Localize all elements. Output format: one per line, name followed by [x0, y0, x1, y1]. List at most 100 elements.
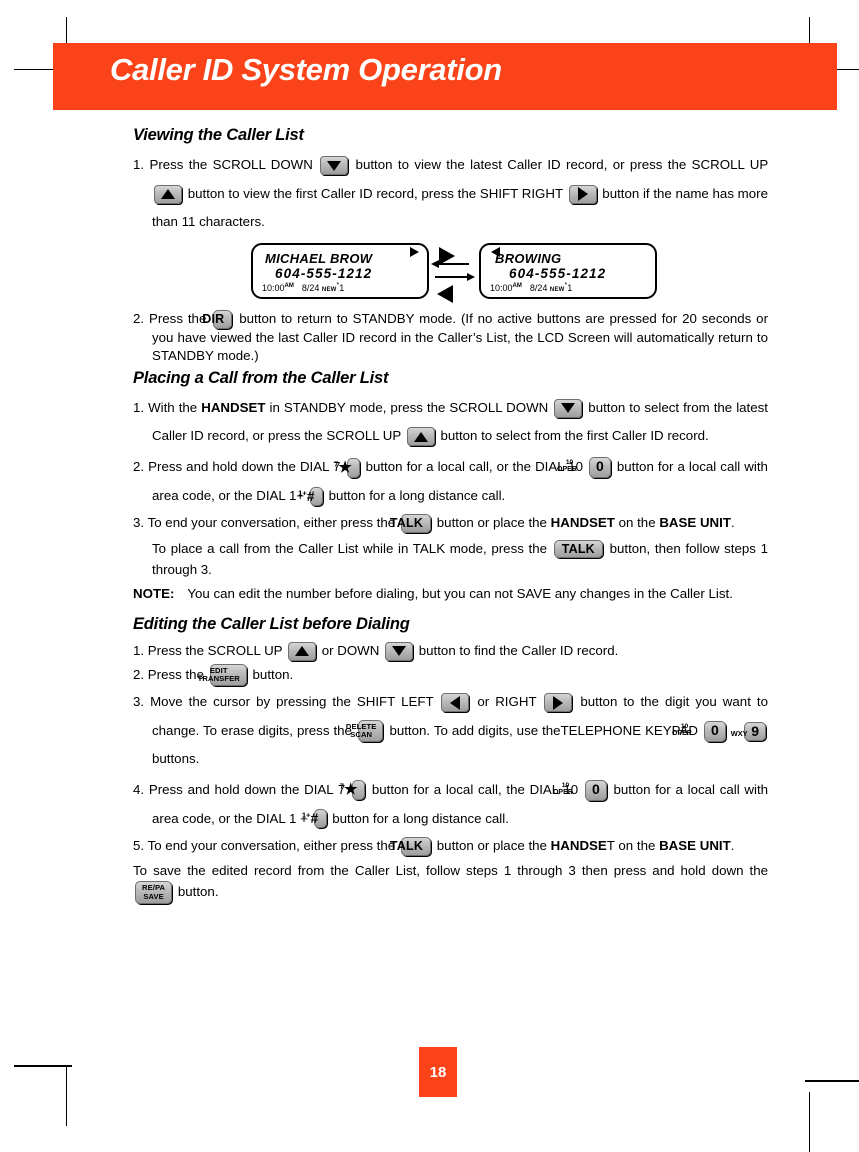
step-text: button to find the Caller ID record. — [418, 642, 619, 658]
redial-pause-save-button[interactable]: RE/PA SAVE — [135, 881, 173, 904]
step-text: Press and hold down the DIAL 7 — [148, 781, 346, 797]
step-text: button to view the latest Caller ID reco… — [355, 157, 687, 173]
scroll-up-icon[interactable] — [288, 641, 317, 661]
dial-10-oper-zero-button[interactable]: 10 OPER 0 — [553, 780, 607, 801]
dial-1-hash-button[interactable]: 1+# — [298, 486, 323, 506]
keypad-zero-button[interactable]: 10 OPER 0 — [672, 720, 726, 742]
lcd-date: 8/24 — [529, 283, 548, 293]
dial-1-hash-button[interactable]: 1+# — [302, 809, 327, 829]
step-placing-3: 3. To end your conversation, either pres… — [133, 512, 768, 534]
save-text: To save the edited record from the Calle… — [133, 862, 768, 878]
crop-mark-bottom-right-v — [809, 1092, 810, 1152]
heading-placing-a-call: Placing a Call from the Caller List — [133, 368, 389, 387]
shift-right-icon[interactable] — [544, 693, 573, 713]
step-text: button for a long distance call. — [332, 810, 509, 826]
talkmode-text: To place a call from the Caller List whi… — [152, 540, 548, 556]
scroll-down-icon[interactable] — [554, 398, 583, 418]
note-block: NOTE: You can edit the number before dia… — [133, 585, 768, 603]
wxy-label: WXY — [730, 728, 748, 738]
step-number: 2. — [133, 459, 145, 475]
crop-mark-bottom-right-h — [805, 1080, 859, 1082]
hash-glyph: # — [310, 810, 319, 827]
lcd-example-figure: MICHAEL BROW 604-555-1212 10:00AM 8/24 NE… — [133, 243, 768, 303]
step-editing-5: 5. To end your conversation, either pres… — [133, 835, 768, 857]
scroll-up-icon[interactable] — [154, 184, 182, 204]
lcd-ampm: AM — [284, 283, 294, 289]
page-number-badge: 18 — [419, 1047, 457, 1097]
step-editing-3: 3. Move the cursor by pressing the SHIFT… — [133, 688, 768, 774]
big-left-arrow-icon — [437, 285, 453, 303]
oper-label: OPER — [672, 729, 692, 737]
step-text: or DOWN — [321, 642, 380, 658]
step-text: button for a long distance call. — [328, 487, 506, 503]
page-banner: Caller ID System Operation — [53, 43, 837, 110]
lcd-new-label: NEW — [321, 287, 337, 293]
lcd-count: 1 — [339, 283, 345, 293]
step-text: button for a local call, the DIAL 10 — [371, 781, 579, 797]
step-text: button or place the — [436, 515, 547, 531]
step-text: on the — [618, 838, 656, 854]
dial-1-superscript: 1+ — [298, 488, 307, 498]
shift-left-icon[interactable] — [441, 693, 470, 713]
shift-right-icon[interactable] — [568, 184, 597, 204]
step-text: or RIGHT — [477, 694, 537, 710]
step-viewing-2: 2. Press the DIR button to return to STA… — [133, 310, 768, 365]
step-text: button to view the first Caller ID recor… — [187, 185, 563, 201]
handset-emphasis: HANDSET — [201, 399, 266, 415]
scan-label: SCAN — [350, 730, 373, 740]
save-text: button. — [177, 884, 219, 900]
step-placing-2: 2. Press and hold down the DIAL 7 7★ but… — [133, 453, 768, 510]
scroll-down-icon[interactable] — [385, 641, 414, 661]
dial-7-star-button[interactable]: 7★ — [340, 780, 366, 801]
oper-label: OPER — [552, 788, 573, 796]
thin-right-arrow-icon — [467, 273, 475, 281]
zero-digit: 0 — [596, 458, 604, 475]
step-editing-2: 2. Press the EDIT TRANSFER button. — [133, 663, 768, 687]
edit-transfer-button[interactable]: EDIT TRANSFER — [198, 663, 247, 687]
talk-button[interactable]: TALK — [553, 539, 603, 559]
step-text: To end your conversation, either press t… — [147, 515, 396, 531]
step-text: in STANDBY mode, press the SCROLL DOWN — [269, 399, 549, 415]
step-editing-4: 4. Press and hold down the DIAL 7 7★ but… — [133, 776, 768, 833]
keypad-nine-button[interactable]: WXY 9 — [731, 721, 766, 741]
save-instruction: To save the edited record from the Calle… — [133, 860, 768, 904]
step-text: buttons. — [152, 751, 200, 767]
nine-digit: 9 — [751, 722, 759, 739]
handset-emphasis: HANDSE — [550, 838, 607, 854]
lcd-new-label: NEW — [549, 287, 565, 293]
handset-tail: T — [606, 838, 615, 854]
step-text: To end your conversation, either press t… — [147, 838, 396, 854]
lcd-time: 10:00 — [262, 283, 285, 293]
dial-10-oper-zero-button[interactable]: 10 OPER 0 — [557, 457, 611, 478]
note-label-text: NOTE — [133, 585, 170, 601]
talk-button[interactable]: TALK — [390, 514, 432, 533]
step-text: button or place the — [436, 838, 547, 854]
dir-button[interactable]: DIR — [202, 310, 233, 329]
scroll-down-icon[interactable] — [320, 156, 349, 176]
dial-7-star-button[interactable]: 7★ — [334, 457, 360, 478]
step-text: . — [730, 515, 735, 531]
talk-button[interactable]: TALK — [390, 837, 432, 856]
step-text: on the — [618, 515, 656, 531]
step-text: With the — [148, 399, 198, 415]
heading-editing-caller-list: Editing the Caller List before Dialing — [133, 614, 410, 633]
delete-scan-button[interactable]: DELETE SCAN — [346, 720, 384, 743]
step-text: button. To add digits, use — [389, 722, 539, 738]
lcd-status-line: 10:00AM 8/24 NEW*1 — [490, 281, 572, 294]
step-number: 1. — [133, 642, 145, 658]
step-text: button to select from the first Caller I… — [440, 428, 709, 444]
lcd-transition-arrows — [429, 245, 479, 303]
step-text: Press the — [147, 666, 204, 682]
step-number: 2. — [133, 311, 145, 326]
zero-digit: 0 — [591, 781, 600, 798]
lcd-date: 8/24 — [301, 283, 320, 293]
step-editing-1: 1. Press the SCROLL UP or DOWN button to… — [133, 640, 768, 662]
step-text: Press the — [148, 311, 207, 326]
step-text: Move the cursor by pressing the SHIFT LE… — [150, 694, 434, 710]
scroll-up-icon[interactable] — [406, 427, 435, 447]
step-number: 4. — [133, 781, 145, 797]
step-number: 3. — [133, 515, 145, 531]
left-arrow-shaft — [437, 263, 469, 265]
page-number: 18 — [429, 1063, 447, 1081]
note-label: NOTE: — [133, 585, 174, 603]
